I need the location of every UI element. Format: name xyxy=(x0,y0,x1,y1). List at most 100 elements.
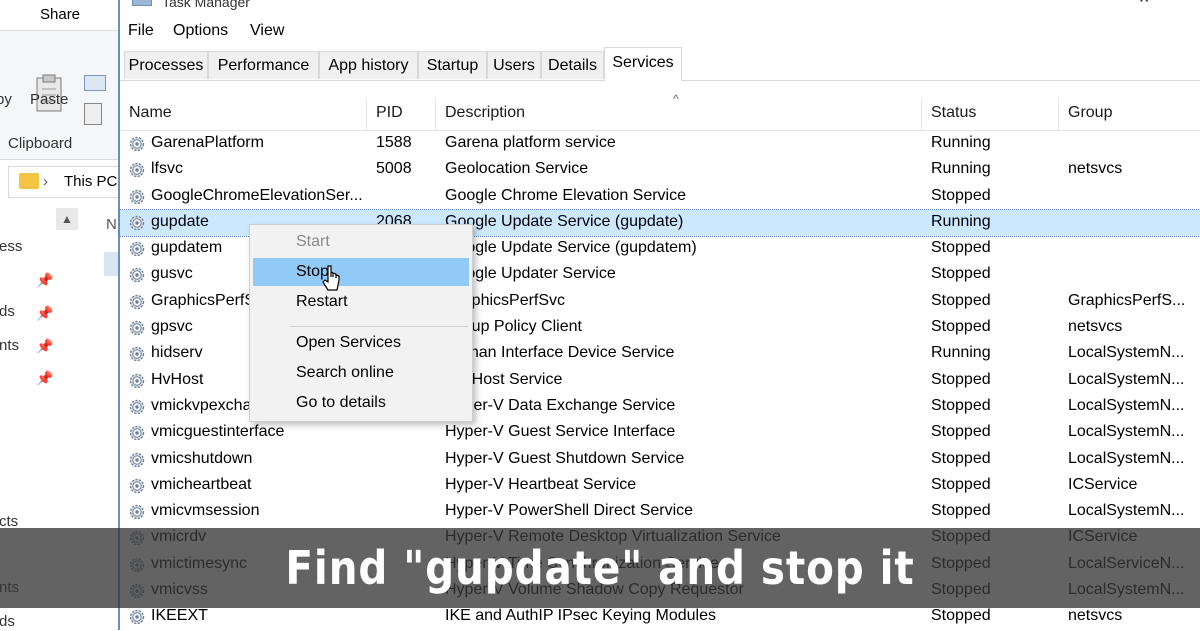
service-description: GraphicsPerfSvc xyxy=(445,291,566,309)
ribbon-tab-share[interactable]: Share xyxy=(0,0,118,30)
service-status: Stopped xyxy=(931,423,991,441)
nav-item[interactable]: ess xyxy=(0,238,22,255)
service-status: Running xyxy=(931,212,991,230)
pin-icon[interactable]: 📌 xyxy=(36,305,53,322)
task-manager-app-icon xyxy=(132,0,152,6)
services-column-header: Name PID Description Status Group xyxy=(120,98,1200,131)
tab-processes[interactable]: Processes xyxy=(124,51,208,79)
column-divider[interactable] xyxy=(921,98,922,130)
service-description: Geolocation Service xyxy=(445,160,589,178)
service-status: Stopped xyxy=(931,265,991,283)
title-bar[interactable]: Task Manager ✕ xyxy=(120,0,1200,14)
service-description: Google Updater Service xyxy=(445,265,616,283)
tab-services[interactable]: Services xyxy=(604,47,682,81)
copy-label-fragment: py xyxy=(0,91,12,108)
mouse-cursor-icon xyxy=(322,265,340,291)
pin-icon[interactable]: 📌 xyxy=(36,338,53,355)
nav-item[interactable]: ds xyxy=(0,303,15,320)
service-group: LocalSystemN... xyxy=(1068,502,1185,520)
table-row[interactable]: vmicshutdown Hyper-V Guest Shutdown Serv… xyxy=(120,447,1200,473)
context-menu-go-to-details[interactable]: Go to details xyxy=(253,389,469,417)
gear-icon xyxy=(129,478,145,494)
pin-icon[interactable]: 📌 xyxy=(36,272,53,289)
service-name: vmicvmsession xyxy=(151,502,260,520)
gear-icon xyxy=(129,163,145,178)
table-row[interactable]: vmicheartbeat Hyper-V Heartbeat Service … xyxy=(120,473,1200,499)
breadcrumb-chevron-icon[interactable]: › xyxy=(43,173,48,190)
service-status: Stopped xyxy=(931,370,991,388)
table-row[interactable]: GoogleChromeElevationSer... Google Chrom… xyxy=(120,184,1200,210)
gear-icon xyxy=(129,399,145,415)
service-status: Stopped xyxy=(931,318,991,336)
gear-icon xyxy=(129,504,145,520)
paste-button-label[interactable]: Paste xyxy=(30,91,68,108)
video-caption-bar: Find "gupdate" and stop it xyxy=(0,528,1200,608)
address-bar[interactable]: › This PC xyxy=(8,166,118,198)
copy-path-icon[interactable] xyxy=(84,75,106,91)
column-pid[interactable]: PID xyxy=(376,104,403,122)
service-status: Running xyxy=(931,160,991,178)
folder-icon xyxy=(19,173,39,189)
service-status: Stopped xyxy=(931,291,991,309)
nav-item[interactable]: nts xyxy=(0,337,19,354)
gear-icon xyxy=(129,320,145,336)
gear-icon xyxy=(129,241,145,257)
context-menu-open-services[interactable]: Open Services xyxy=(253,329,469,357)
service-description: Hyper-V PowerShell Direct Service xyxy=(445,502,694,520)
table-row[interactable]: IKEEXT IKE and AuthIP IPsec Keying Modul… xyxy=(120,604,1200,630)
table-row[interactable]: GarenaPlatform 1588 Garena platform serv… xyxy=(120,131,1200,157)
service-group: LocalSystemN... xyxy=(1068,449,1185,467)
service-status: Stopped xyxy=(931,396,991,414)
menu-options[interactable]: Options xyxy=(173,22,228,40)
menu-view[interactable]: View xyxy=(250,22,284,40)
tab-app-history[interactable]: App history xyxy=(319,51,418,79)
context-menu-start[interactable]: Start xyxy=(253,228,469,256)
context-menu-restart[interactable]: Restart xyxy=(253,288,469,316)
gear-icon xyxy=(129,189,145,204)
context-menu-search-online[interactable]: Search online xyxy=(253,359,469,387)
service-group: netsvcs xyxy=(1068,160,1123,178)
paste-shortcut-icon[interactable] xyxy=(84,103,102,125)
service-status: Running xyxy=(931,344,991,362)
pin-icon[interactable]: 📌 xyxy=(36,370,53,387)
share-tab-label: Share xyxy=(40,6,81,23)
service-name: vmicheartbeat xyxy=(151,475,252,493)
tab-details[interactable]: Details xyxy=(541,51,604,79)
service-group: GraphicsPerfS... xyxy=(1068,291,1186,309)
service-group: LocalSystemN... xyxy=(1068,396,1185,414)
column-divider[interactable] xyxy=(1058,98,1059,130)
tab-users[interactable]: Users xyxy=(487,51,541,79)
service-description: Hyper-V Guest Service Interface xyxy=(445,423,676,441)
menu-file[interactable]: File xyxy=(128,22,154,40)
table-row[interactable]: lfsvc 5008 Geolocation Service Running n… xyxy=(120,157,1200,183)
nav-item[interactable]: ds xyxy=(0,613,15,630)
column-divider[interactable] xyxy=(435,98,436,130)
service-group: netsvcs xyxy=(1068,318,1123,336)
column-status[interactable]: Status xyxy=(931,104,976,122)
service-status: Stopped xyxy=(931,502,991,520)
column-description[interactable]: Description xyxy=(445,104,525,122)
gear-icon xyxy=(129,136,145,152)
tab-startup[interactable]: Startup xyxy=(418,51,487,79)
column-group[interactable]: Group xyxy=(1068,104,1112,122)
window-title: Task Manager xyxy=(162,0,250,10)
gear-icon xyxy=(129,268,145,283)
close-icon[interactable]: ✕ xyxy=(1138,0,1150,7)
service-name: GoogleChromeElevationSer... xyxy=(151,186,363,204)
gear-icon xyxy=(129,610,145,625)
service-group: LocalSystemN... xyxy=(1068,370,1185,388)
context-menu-stop[interactable]: Stop xyxy=(253,258,469,286)
table-row[interactable]: vmicvmsession Hyper-V PowerShell Direct … xyxy=(120,499,1200,525)
explorer-ribbon: py Paste ✂ Clipboard xyxy=(0,30,118,160)
gear-icon xyxy=(129,426,145,441)
column-divider[interactable] xyxy=(366,98,367,130)
service-group: ICService xyxy=(1068,475,1138,493)
tab-performance[interactable]: Performance xyxy=(208,51,319,79)
caption-text: Find "gupdate" and stop it xyxy=(285,541,915,595)
column-name[interactable]: Name xyxy=(129,104,172,122)
service-name: lfsvc xyxy=(151,160,183,178)
service-status: Stopped xyxy=(931,607,991,625)
service-group: netsvcs xyxy=(1068,607,1123,625)
table-row[interactable]: vmicguestinterface Hyper-V Guest Service… xyxy=(120,420,1200,446)
gear-icon xyxy=(129,215,145,231)
